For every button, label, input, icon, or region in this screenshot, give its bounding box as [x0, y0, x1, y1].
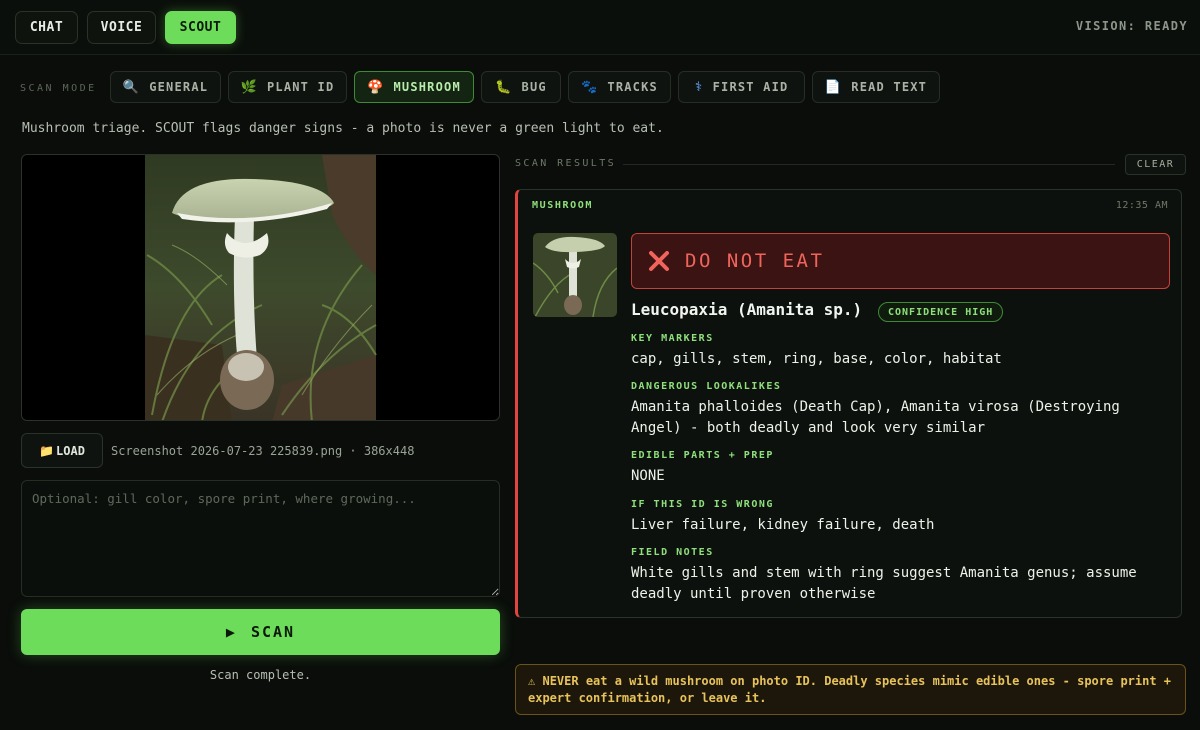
scan-mode-read-text[interactable]: 📄 READ TEXT [812, 71, 940, 103]
scan-mode-mushroom[interactable]: 🍄 MUSHROOM [354, 71, 474, 103]
file-info: Screenshot 2026-07-23 225839.png · 386x4… [111, 444, 415, 458]
tab-voice[interactable]: VOICE [87, 11, 156, 44]
clear-button[interactable]: CLEAR [1125, 154, 1186, 175]
scan-mode-label-tracks: TRACKS [607, 80, 658, 94]
field-label-key-markers: KEY MARKERS [631, 333, 714, 344]
notes-input[interactable] [21, 480, 500, 597]
paw-prints-icon: 🐾 [581, 79, 599, 95]
field-value-if-wrong: Liver failure, kidney failure, death [631, 517, 935, 533]
x-mark-icon [649, 251, 669, 271]
scan-button-label: SCAN [250, 623, 296, 641]
scan-mode-label-read-text: READ TEXT [851, 80, 928, 94]
warning-icon: ⚠ [528, 674, 536, 688]
mushroom-photo [145, 155, 377, 420]
scan-mode-first-aid[interactable]: ⚕ FIRST AID [678, 71, 805, 103]
result-time: 12:35 AM [1115, 200, 1168, 211]
result-category: MUSHROOM [532, 200, 593, 211]
document-icon: 📄 [824, 79, 843, 95]
folder-icon: 📁 [39, 443, 55, 458]
result-thumbnail [533, 233, 617, 317]
divider [623, 164, 1115, 165]
mode-description: Mushroom triage. SCOUT flags danger sign… [22, 121, 664, 136]
field-value-key-markers: cap, gills, stem, ring, base, color, hab… [631, 351, 1002, 367]
verdict-banner: DO NOT EAT [631, 233, 1170, 289]
scan-mode-label-bug: BUG [521, 80, 547, 94]
mushroom-icon: 🍄 [367, 79, 385, 95]
tab-scout[interactable]: SCOUT [165, 11, 236, 44]
field-value-dangerous-lookalikes: Amanita phalloides (Death Cap), Amanita … [631, 399, 1120, 436]
scan-mode-label: SCAN MODE [20, 83, 97, 94]
results-label: SCAN RESULTS [515, 158, 617, 169]
field-value-field-notes: White gills and stem with ring suggest A… [631, 565, 1137, 602]
herb-icon: 🌿 [240, 79, 258, 95]
scan-mode-general[interactable]: 🔍 GENERAL [110, 71, 221, 103]
medical-icon: ⚕ [694, 79, 704, 95]
scan-mode-plant-id[interactable]: 🌿 PLANT ID [228, 71, 347, 103]
load-button[interactable]: 📁 LOAD [21, 433, 103, 468]
field-label-field-notes: FIELD NOTES [631, 547, 714, 558]
field-label-if-wrong: IF THIS ID IS WRONG [631, 499, 774, 510]
verdict-text: DO NOT EAT [685, 250, 825, 272]
scan-mode-tracks[interactable]: 🐾 TRACKS [568, 71, 671, 103]
warning-banner: ⚠ NEVER eat a wild mushroom on photo ID.… [515, 664, 1186, 715]
bug-icon: 🐛 [495, 79, 513, 95]
scan-mode-label-first-aid: FIRST AID [712, 80, 789, 94]
image-preview [21, 154, 500, 421]
scan-mode-label-general: GENERAL [149, 80, 209, 94]
result-card: MUSHROOM 12:35 AM DO NOT EAT Leucopaxia … [515, 189, 1182, 618]
tab-chat[interactable]: CHAT [15, 11, 78, 44]
field-value-edible-parts: NONE [631, 468, 665, 484]
vision-status: VISION: READY [1075, 19, 1188, 33]
scan-mode-label-plant-id: PLANT ID [266, 80, 335, 94]
field-label-dangerous-lookalikes: DANGEROUS LOOKALIKES [631, 381, 782, 392]
field-label-edible-parts: EDIBLE PARTS + PREP [631, 450, 774, 461]
top-bar: CHAT VOICE SCOUT VISION: READY [0, 0, 1200, 55]
scan-mode-bug[interactable]: 🐛 BUG [481, 71, 561, 103]
scan-mode-label-mushroom: MUSHROOM [393, 80, 461, 94]
scan-button[interactable]: ▶ SCAN [21, 609, 500, 655]
magnifier-icon: 🔍 [122, 79, 141, 95]
play-icon: ▶ [225, 623, 237, 641]
species-name: Leucopaxia (Amanita sp.) [631, 300, 863, 319]
warning-text: NEVER eat a wild mushroom on photo ID. D… [528, 674, 1172, 705]
confidence-badge: CONFIDENCE HIGH [878, 302, 1004, 322]
scan-status: Scan complete. [209, 668, 312, 682]
load-button-label: LOAD [56, 443, 85, 458]
